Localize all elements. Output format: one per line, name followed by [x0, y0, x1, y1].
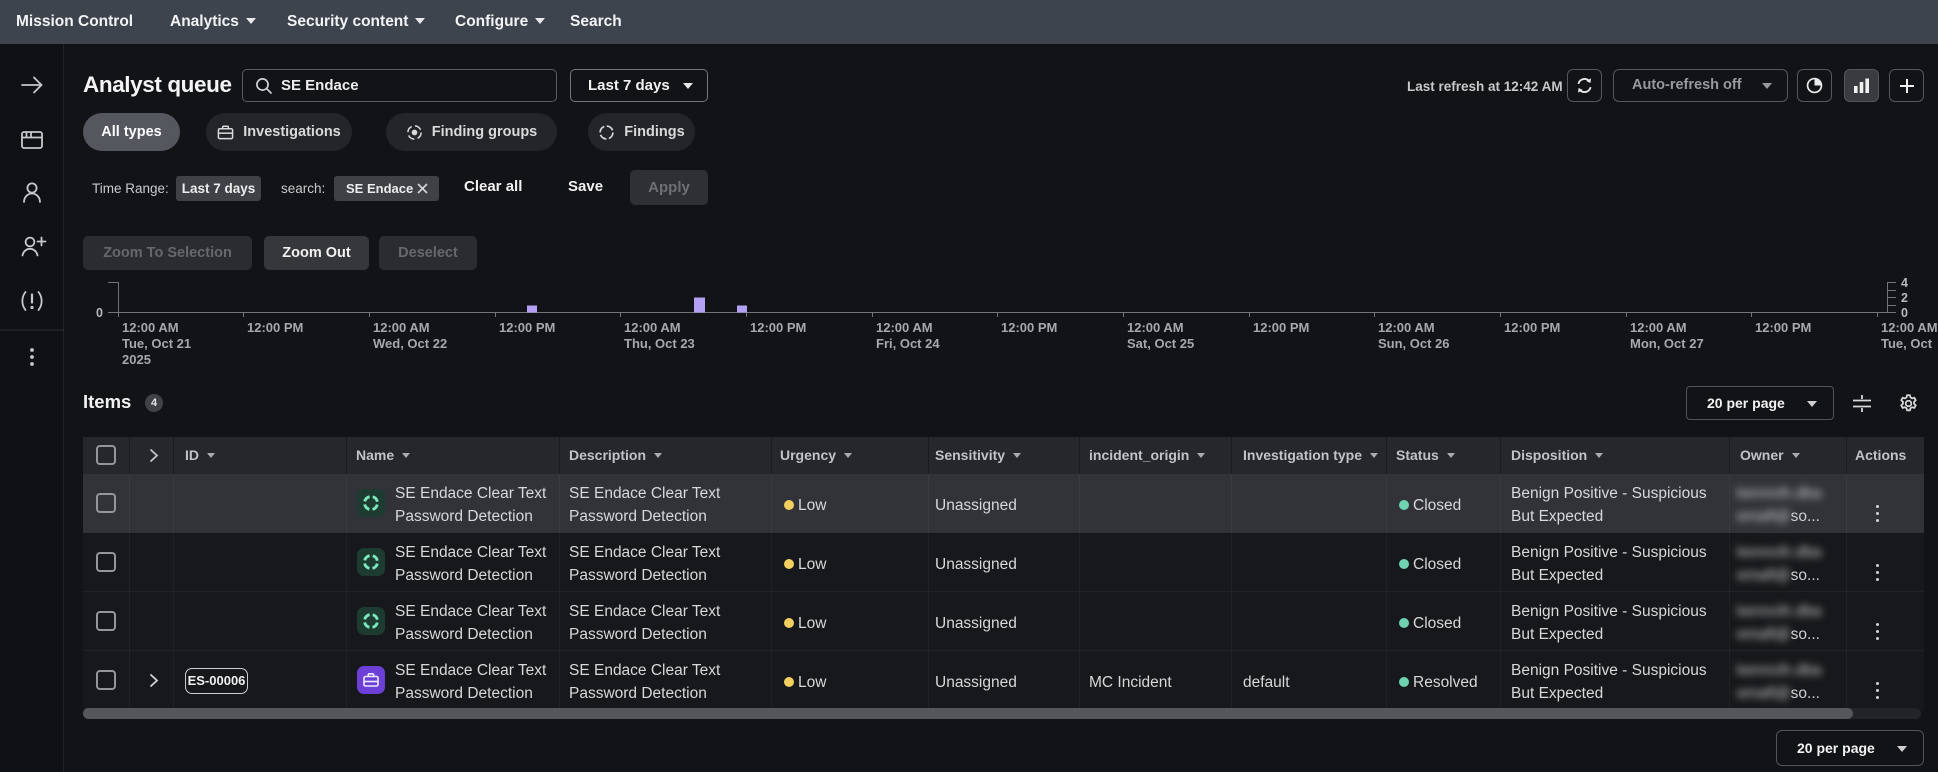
- svg-text:12:00 PM: 12:00 PM: [499, 320, 555, 335]
- svg-text:2025: 2025: [122, 352, 151, 367]
- svg-text:Tue, Oct: Tue, Oct: [1881, 336, 1933, 351]
- svg-text:12:00 PM: 12:00 PM: [1755, 320, 1811, 335]
- svg-text:Mon, Oct 27: Mon, Oct 27: [1630, 336, 1704, 351]
- svg-text:Fri, Oct 24: Fri, Oct 24: [876, 336, 940, 351]
- svg-text:4: 4: [1901, 276, 1908, 290]
- svg-text:Wed, Oct 22: Wed, Oct 22: [373, 336, 447, 351]
- svg-text:12:00 PM: 12:00 PM: [1001, 320, 1057, 335]
- svg-text:12:00 AM: 12:00 AM: [1630, 320, 1687, 335]
- svg-text:12:00 AM: 12:00 AM: [1127, 320, 1184, 335]
- svg-text:2: 2: [1901, 291, 1908, 305]
- svg-text:12:00 PM: 12:00 PM: [247, 320, 303, 335]
- svg-text:12:00 PM: 12:00 PM: [1253, 320, 1309, 335]
- svg-text:Tue, Oct 21: Tue, Oct 21: [122, 336, 191, 351]
- svg-text:0: 0: [96, 306, 103, 320]
- svg-text:12:00 AM: 12:00 AM: [122, 320, 179, 335]
- svg-text:Sun, Oct 26: Sun, Oct 26: [1378, 336, 1450, 351]
- svg-text:Sat, Oct 25: Sat, Oct 25: [1127, 336, 1194, 351]
- svg-text:12:00 AM: 12:00 AM: [624, 320, 681, 335]
- svg-text:12:00 AM: 12:00 AM: [876, 320, 933, 335]
- svg-text:12:00 AM: 12:00 AM: [373, 320, 430, 335]
- svg-text:Thu, Oct 23: Thu, Oct 23: [624, 336, 695, 351]
- svg-text:12:00 AM: 12:00 AM: [1378, 320, 1435, 335]
- svg-text:12:00 PM: 12:00 PM: [1504, 320, 1560, 335]
- svg-text:0: 0: [1901, 306, 1908, 320]
- svg-text:12:00 PM: 12:00 PM: [750, 320, 806, 335]
- svg-text:12:00 AM: 12:00 AM: [1881, 320, 1938, 335]
